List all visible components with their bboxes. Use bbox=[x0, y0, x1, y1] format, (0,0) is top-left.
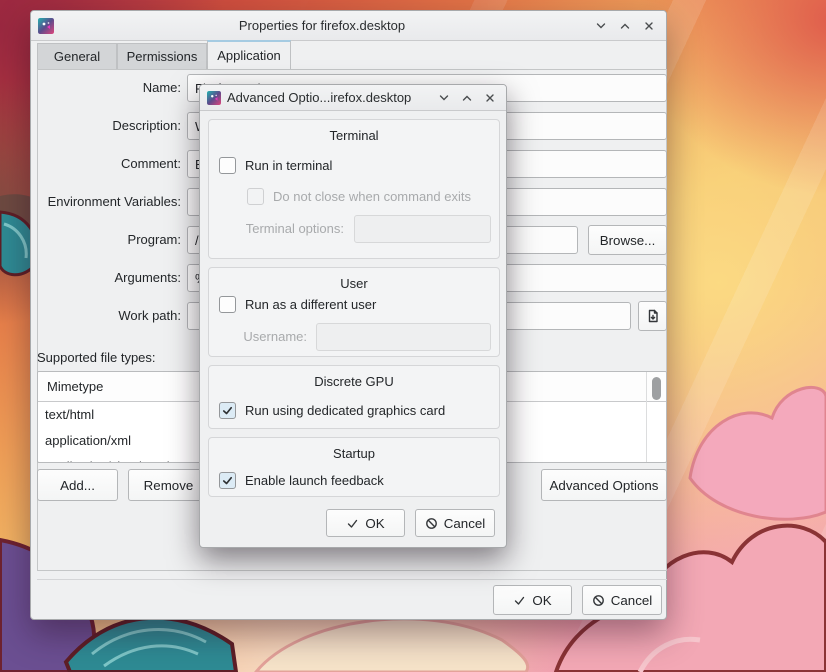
remove-button[interactable]: Remove bbox=[128, 469, 209, 501]
add-button-label: Add... bbox=[60, 478, 95, 493]
username-input bbox=[316, 323, 491, 351]
advanced-options-dialog: Advanced Optio...irefox.desktop Terminal… bbox=[199, 84, 507, 548]
run-in-terminal-checkbox[interactable] bbox=[219, 157, 236, 174]
app-icon bbox=[207, 91, 221, 105]
button-box-separator bbox=[37, 579, 667, 580]
browse-button[interactable]: Browse... bbox=[588, 225, 667, 255]
browse-button-label: Browse... bbox=[600, 233, 656, 248]
add-button[interactable]: Add... bbox=[37, 469, 118, 501]
user-group: User Run as a different user Username: bbox=[208, 267, 500, 357]
close-icon bbox=[484, 92, 496, 104]
run-as-different-user-checkbox[interactable] bbox=[219, 296, 236, 313]
startup-group-title: Startup bbox=[209, 446, 499, 461]
file-open-icon bbox=[646, 309, 660, 323]
username-label: Username: bbox=[209, 323, 307, 351]
app-icon bbox=[38, 18, 54, 34]
tab-permissions[interactable]: Permissions bbox=[117, 43, 207, 69]
do-not-close-label: Do not close when command exits bbox=[273, 188, 471, 205]
table-scrollbar[interactable] bbox=[652, 377, 661, 400]
run-in-terminal-label: Run in terminal bbox=[245, 157, 332, 174]
dedicated-graphics-checkbox[interactable] bbox=[219, 402, 236, 419]
tab-bar: General Permissions Application bbox=[37, 41, 291, 69]
dialog-cancel-button[interactable]: Cancel bbox=[415, 509, 495, 537]
terminal-options-label: Terminal options: bbox=[209, 215, 344, 243]
name-label: Name: bbox=[31, 74, 181, 102]
supported-file-types-label: Supported file types: bbox=[37, 350, 156, 365]
dialog-maximize-button[interactable] bbox=[460, 91, 474, 105]
discrete-gpu-group-title: Discrete GPU bbox=[209, 374, 499, 389]
launch-feedback-checkbox[interactable] bbox=[219, 472, 236, 489]
description-label: Description: bbox=[31, 112, 181, 140]
comment-label: Comment: bbox=[31, 150, 181, 178]
work-path-label: Work path: bbox=[31, 302, 181, 330]
dialog-close-button[interactable] bbox=[483, 91, 497, 105]
close-icon bbox=[643, 20, 655, 32]
dialog-ok-button-label: OK bbox=[365, 516, 384, 531]
dialog-title: Advanced Optio...irefox.desktop bbox=[227, 90, 427, 105]
startup-group: Startup Enable launch feedback bbox=[208, 437, 500, 497]
dialog-minimize-button[interactable] bbox=[437, 91, 451, 105]
ok-button-label: OK bbox=[532, 593, 551, 608]
launch-feedback-label: Enable launch feedback bbox=[245, 472, 384, 489]
terminal-group: Terminal Run in terminal Do not close wh… bbox=[208, 119, 500, 259]
ok-button[interactable]: OK bbox=[493, 585, 572, 615]
chevron-up-icon bbox=[461, 92, 473, 104]
tab-application[interactable]: Application bbox=[207, 40, 291, 69]
check-icon bbox=[221, 404, 234, 417]
main-titlebar[interactable]: Properties for firefox.desktop bbox=[31, 11, 666, 41]
work-path-picker-button[interactable] bbox=[638, 301, 667, 331]
chevron-up-icon bbox=[619, 20, 631, 32]
minimize-button[interactable] bbox=[594, 19, 608, 33]
cancel-button-label: Cancel bbox=[611, 593, 653, 608]
advanced-options-button-label: Advanced Options bbox=[550, 478, 659, 493]
scrollbar-track-divider bbox=[646, 372, 647, 462]
tab-general-label: General bbox=[54, 49, 100, 64]
cancel-button[interactable]: Cancel bbox=[582, 585, 662, 615]
arguments-label: Arguments: bbox=[31, 264, 181, 292]
advanced-options-button[interactable]: Advanced Options bbox=[541, 469, 667, 501]
ok-check-icon bbox=[346, 517, 359, 530]
cancel-icon bbox=[425, 517, 438, 530]
chevron-down-icon bbox=[595, 20, 607, 32]
dialog-ok-button[interactable]: OK bbox=[326, 509, 405, 537]
close-button[interactable] bbox=[642, 19, 656, 33]
run-as-different-user-label: Run as a different user bbox=[245, 296, 376, 313]
ok-check-icon bbox=[513, 594, 526, 607]
dedicated-graphics-label: Run using dedicated graphics card bbox=[245, 402, 445, 419]
desktop: { "theme": { "accent": "#3daee9", "windo… bbox=[0, 0, 826, 672]
environment-variables-label: Environment Variables: bbox=[31, 188, 181, 216]
user-group-title: User bbox=[209, 276, 499, 291]
discrete-gpu-group: Discrete GPU Run using dedicated graphic… bbox=[208, 365, 500, 429]
do-not-close-checkbox bbox=[247, 188, 264, 205]
tab-permissions-label: Permissions bbox=[127, 49, 198, 64]
dialog-titlebar[interactable]: Advanced Optio...irefox.desktop bbox=[200, 85, 506, 111]
cancel-icon bbox=[592, 594, 605, 607]
dialog-cancel-button-label: Cancel bbox=[444, 516, 486, 531]
main-window-title: Properties for firefox.desktop bbox=[60, 18, 584, 33]
tab-application-label: Application bbox=[217, 48, 281, 63]
chevron-down-icon bbox=[438, 92, 450, 104]
check-icon bbox=[221, 474, 234, 487]
remove-button-label: Remove bbox=[144, 478, 194, 493]
terminal-group-title: Terminal bbox=[209, 128, 499, 143]
terminal-options-input bbox=[354, 215, 491, 243]
maximize-button[interactable] bbox=[618, 19, 632, 33]
tab-general[interactable]: General bbox=[37, 43, 117, 69]
program-label: Program: bbox=[31, 226, 181, 254]
